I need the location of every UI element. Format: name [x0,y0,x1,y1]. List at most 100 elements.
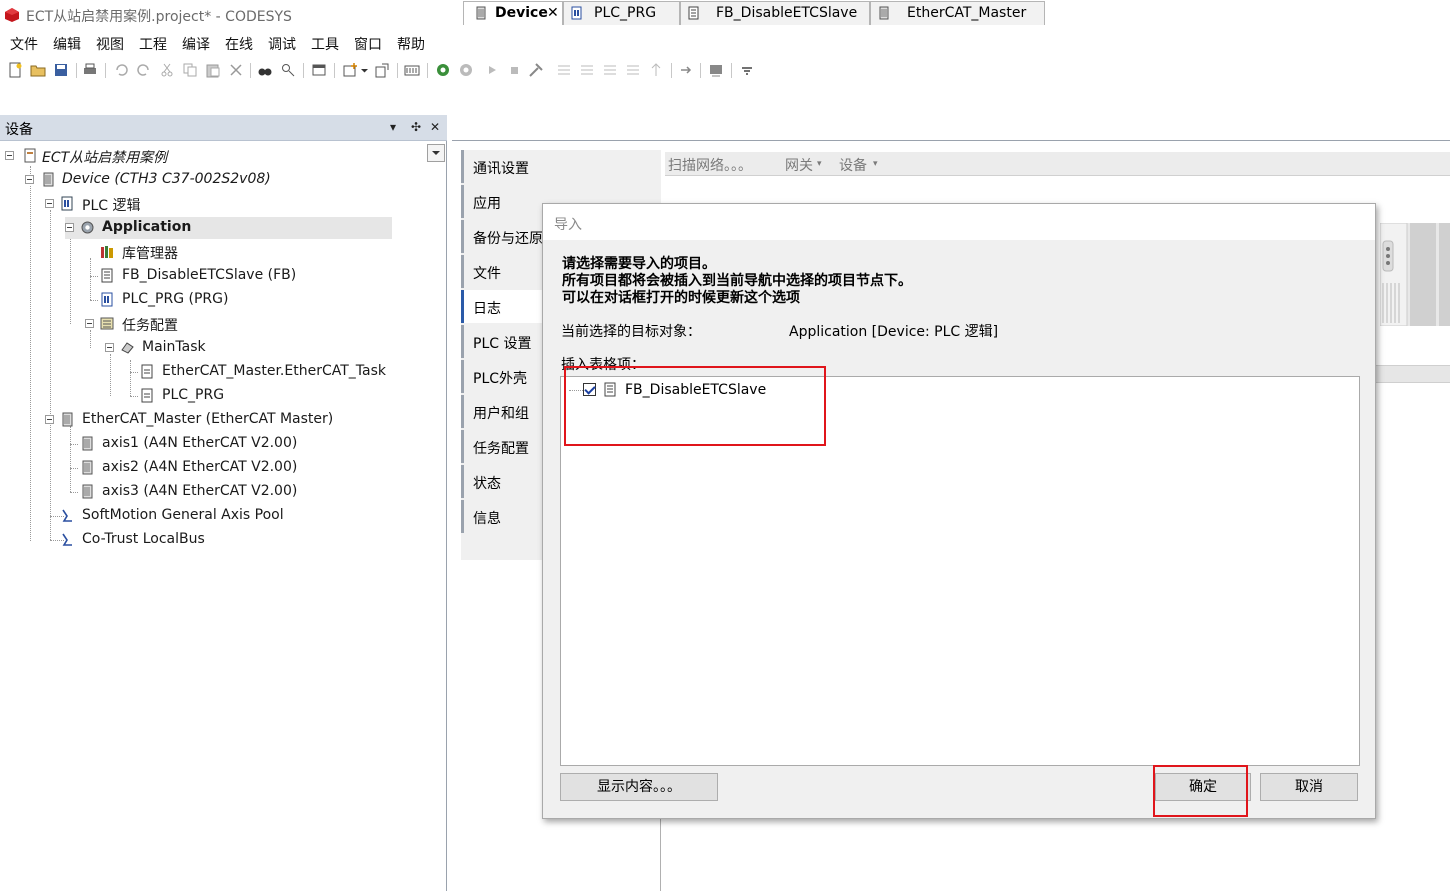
task-icon [121,342,134,354]
stop-icon[interactable] [506,62,522,78]
menu-debug[interactable]: 调试 [268,34,296,54]
menu-window[interactable]: 窗口 [354,34,382,54]
device-icon [62,412,73,427]
menu-file[interactable]: 文件 [10,34,38,54]
plc-hardware-icon [1379,222,1450,327]
collapse-icon[interactable] [45,415,54,424]
build-icon[interactable] [404,62,420,78]
simulation-icon[interactable] [708,62,724,78]
tree-node-fb-disable[interactable]: FB_DisableETCSlave (FB) [98,265,398,287]
cancel-button[interactable]: 取消 [1260,773,1358,801]
gateway-menu[interactable]: 网关 [785,155,813,175]
breakpoint-icon[interactable] [648,62,664,78]
copy-icon[interactable] [182,62,198,78]
menu-tools[interactable]: 工具 [311,34,339,54]
tree-node-task-config[interactable]: 任务配置 [85,313,385,335]
customize-toolbar-icon[interactable] [739,62,755,78]
menu-project[interactable]: 工程 [139,34,167,54]
tree-node-task-plc-prg[interactable]: PLC_PRG [138,385,438,407]
window-icon[interactable] [311,62,327,78]
tree-node-device[interactable]: Device (CTH3 C37-002S2v08) [25,169,425,191]
open-folder-icon[interactable] [30,62,46,78]
run-icon[interactable] [484,62,500,78]
collapse-icon[interactable] [85,319,94,328]
tree-node-ethercat-master[interactable]: EtherCAT_Master (EtherCAT Master) [45,409,425,431]
step-into-icon[interactable] [579,62,595,78]
dropdown-arrow-icon[interactable] [360,62,369,78]
axis-pool-icon [62,509,72,522]
import-dialog: 导入 请选择需要导入的项目。 所有项目都将会被插入到当前导航中选择的项目节点下。… [542,203,1376,819]
editor-tab-strip [452,115,1450,141]
show-content-button[interactable]: 显示内容。。。 [560,773,718,801]
step-over-icon[interactable] [556,62,572,78]
collapse-icon[interactable] [65,223,74,232]
codesys-logo-icon [5,8,19,22]
tree-node-localbus[interactable]: Co-Trust LocalBus [60,529,400,551]
next-icon[interactable] [678,62,694,78]
reset-icon[interactable] [528,62,544,78]
close-panel-icon[interactable]: ✕ [430,120,440,134]
tab-ethercat-master[interactable]: EtherCAT_Master [870,1,1045,25]
new-file-icon[interactable] [7,62,23,78]
device-icon [82,484,93,499]
redo-icon[interactable] [136,62,152,78]
collapse-icon[interactable] [25,175,34,184]
tree-node-project[interactable]: ECT从站启禁用案例 [5,145,425,167]
run-to-cursor-icon[interactable] [625,62,641,78]
highlight-box-ok [1153,765,1248,817]
export-icon[interactable] [374,62,390,78]
tree-node-axis1[interactable]: axis1 (A4N EtherCAT V2.00) [78,433,418,455]
menu-bar: 文件 编辑 视图 工程 编译 在线 调试 工具 窗口 帮助 [0,31,1450,55]
tree-node-axis2[interactable]: axis2 (A4N EtherCAT V2.00) [78,457,418,479]
project-icon [24,148,36,163]
paste-icon[interactable] [205,62,221,78]
menu-help[interactable]: 帮助 [397,34,425,54]
tab-fb-disable[interactable]: FB_DisableETCSlave [680,1,870,25]
toolbar [0,58,1450,84]
side-tab-comm-settings[interactable]: 通讯设置 [461,150,661,183]
device-diagram [1379,222,1450,327]
application-gear-icon [81,221,94,234]
tree-node-library-manager[interactable]: 库管理器 [98,241,398,263]
menu-edit[interactable]: 编辑 [53,34,81,54]
target-value: Application [Device: PLC 逻辑] [789,324,999,340]
device-menu[interactable]: 设备 [839,155,867,175]
task-config-icon [100,317,114,330]
tree-node-application[interactable]: Application [65,217,392,239]
menu-view[interactable]: 视图 [96,34,124,54]
tree-node-ethercat-task[interactable]: EtherCAT_Master.EtherCAT_Task [138,361,438,383]
collapse-icon[interactable] [105,343,114,352]
close-tab-icon[interactable]: ✕ [547,5,559,21]
tab-device[interactable]: Device ✕ [463,1,563,25]
login-icon[interactable] [435,62,451,78]
tree-node-plc-logic[interactable]: PLC 逻辑 [45,193,425,215]
scan-network-button[interactable]: 扫描网络。。。 [668,155,752,175]
devices-panel-title: 设备 [5,122,33,138]
save-icon[interactable] [53,62,69,78]
menu-build[interactable]: 编译 [182,34,210,54]
chevron-down-icon: ▾ [873,159,878,169]
logout-icon[interactable] [458,62,474,78]
print-icon[interactable] [82,62,98,78]
find-icon[interactable] [257,62,273,78]
collapse-icon[interactable] [45,199,54,208]
add-object-icon[interactable] [342,62,358,78]
replace-icon[interactable] [280,62,296,78]
collapse-icon[interactable] [5,151,14,160]
menu-online[interactable]: 在线 [225,34,253,54]
tree-node-main-task[interactable]: MainTask [105,337,405,359]
undo-icon[interactable] [113,62,129,78]
step-out-icon[interactable] [602,62,618,78]
program-icon [571,6,582,20]
tab-plc-prg[interactable]: PLC_PRG [563,1,680,25]
device-icon [82,436,93,451]
highlight-box-item [564,366,826,446]
panel-menu-icon[interactable]: ▾ [390,120,396,134]
tree-node-axis3[interactable]: axis3 (A4N EtherCAT V2.00) [78,481,418,503]
cut-icon[interactable] [159,62,175,78]
tree-node-softmotion[interactable]: SoftMotion General Axis Pool [60,505,400,527]
pin-icon[interactable]: ✣ [411,120,421,134]
tree-node-plc-prg[interactable]: PLC_PRG (PRG) [98,289,398,311]
delete-icon[interactable] [228,62,244,78]
tree-dropdown-button[interactable] [427,144,445,162]
